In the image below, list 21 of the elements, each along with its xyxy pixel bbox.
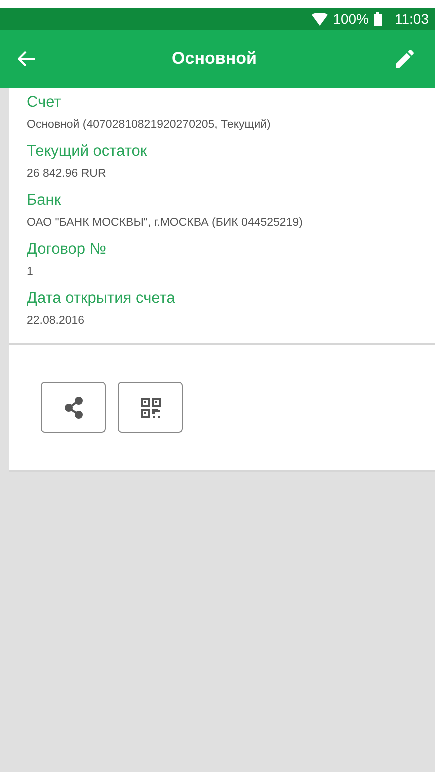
field-value: ОАО "БАНК МОСКВЫ", г.МОСКВА (БИК 044525219) [27,217,304,229]
screen-title: Основной [171,49,258,69]
battery-percent: 100% [333,11,369,27]
battery-icon [374,12,382,26]
field-label: Дата открытия счета [27,290,176,308]
share-icon [64,396,84,418]
field-label: Счет [27,94,62,112]
clock-time: 11:03 [395,11,429,27]
pencil-icon [393,47,417,71]
field-label: Банк [27,192,62,210]
qr-code-icon [140,396,162,418]
field-value: Основной (40702810821920270205, Текущий) [27,119,272,131]
wifi-icon [312,12,328,26]
field-value: 1 [27,266,34,278]
back-arrow-icon [18,51,36,67]
field-label: Договор № [27,241,108,259]
share-button[interactable] [41,382,106,433]
field-value: 22.08.2016 [27,315,86,327]
qr-code-button[interactable] [118,382,183,433]
field-label: Текущий остаток [27,143,148,161]
field-value: 26 842.96 RUR [27,168,108,180]
